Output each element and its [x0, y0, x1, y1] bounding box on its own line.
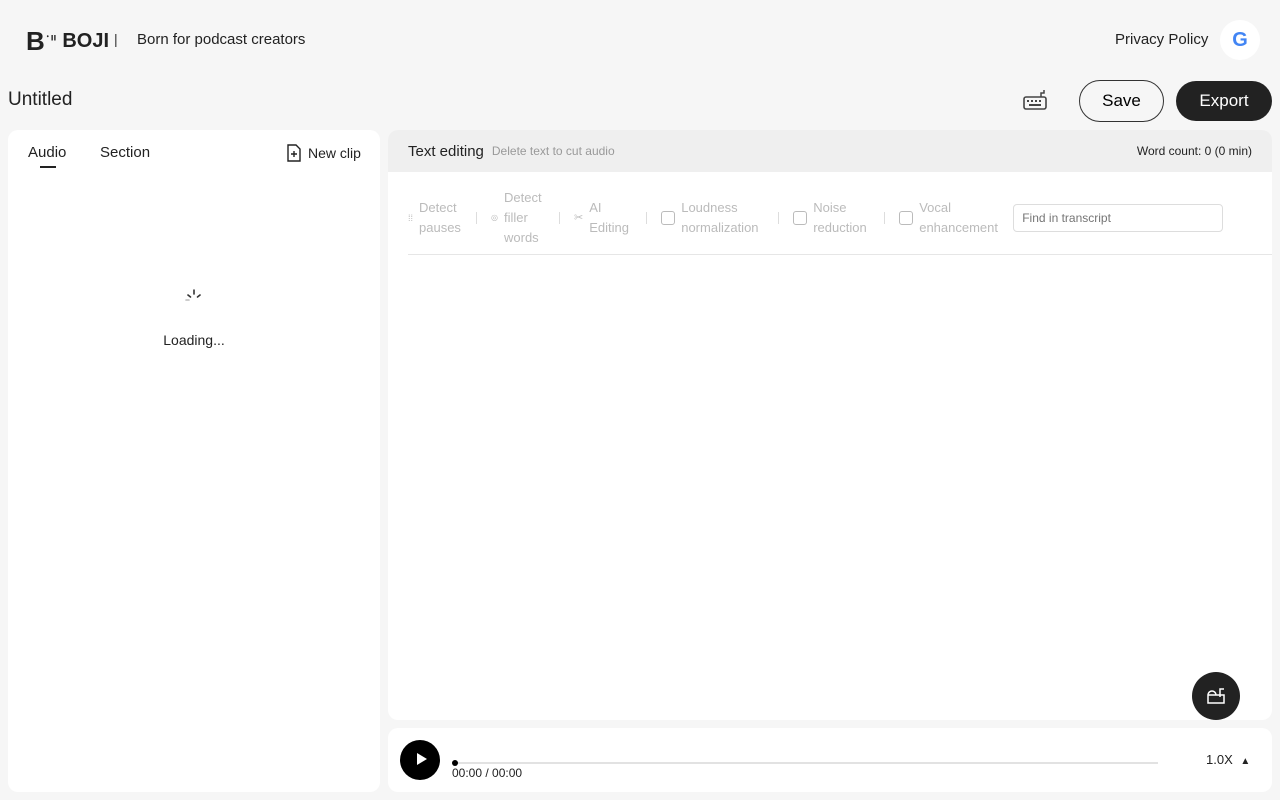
- logo-mark: B᛫ıı: [26, 26, 57, 56]
- mailbox-icon: [1207, 688, 1225, 704]
- tool-label: Detect filler words: [504, 190, 542, 245]
- find-in-transcript-input[interactable]: [1013, 204, 1224, 232]
- checkbox[interactable]: [661, 211, 676, 225]
- tagline: Born for podcast creators: [137, 31, 306, 48]
- noise-reduction-toggle[interactable]: Noise reduction: [793, 198, 886, 238]
- speed-value: 1.0X: [1206, 752, 1233, 767]
- playback-time: 00:00 / 00:00: [452, 766, 523, 780]
- new-clip-button[interactable]: New clip: [286, 144, 361, 162]
- playback-speed-selector[interactable]: 1.0X ▲: [1206, 752, 1250, 767]
- tab-audio[interactable]: Audio: [28, 144, 66, 168]
- export-button[interactable]: Export: [1176, 81, 1272, 121]
- editor-title: Text editing: [408, 142, 484, 160]
- loading-text: Loading...: [163, 332, 225, 348]
- checkbox[interactable]: [793, 211, 808, 225]
- google-account-button[interactable]: G: [1220, 20, 1260, 60]
- loudness-normalization-toggle[interactable]: Loudness normalization: [661, 198, 780, 238]
- tool-label: Detect pauses: [419, 200, 461, 235]
- boji-logo[interactable]: B᛫ıı BOJI: [26, 26, 109, 57]
- document-title[interactable]: Untitled: [8, 89, 72, 111]
- detect-pauses-button[interactable]: ⁞⁞ Detect pauses: [408, 198, 478, 238]
- privacy-policy-link[interactable]: Privacy Policy: [1115, 31, 1208, 48]
- pause-icon: ⁞⁞: [408, 213, 414, 223]
- clips-panel: Audio Section New clip Loading...: [8, 130, 380, 792]
- header-separator: |: [114, 31, 118, 47]
- ai-editing-button[interactable]: ✂ AI Editing: [574, 198, 648, 238]
- caret-up-icon: ▲: [1240, 756, 1251, 767]
- logo-text: BOJI: [62, 30, 110, 52]
- new-clip-label: New clip: [308, 145, 361, 161]
- google-icon: G: [1232, 28, 1248, 51]
- word-count: Word count: 0 (0 min): [1136, 144, 1252, 158]
- play-icon: [416, 752, 427, 765]
- tool-label: Vocal enhancement: [919, 200, 998, 235]
- keyboard-shortcuts-icon[interactable]: [1023, 89, 1047, 116]
- tool-label: AI Editing: [589, 200, 629, 235]
- editing-tools: ⁞⁞ Detect pauses ◎ Detect filler words ✂ AI…: [408, 182, 1272, 255]
- tool-label: Noise reduction: [813, 200, 867, 235]
- feedback-mailbox-button[interactable]: [1192, 672, 1240, 720]
- progress-track[interactable]: [454, 762, 1158, 764]
- save-button[interactable]: Save: [1079, 80, 1164, 122]
- tab-section[interactable]: Section: [100, 144, 150, 161]
- play-button[interactable]: [400, 740, 440, 780]
- loading-spinner-icon: [185, 289, 201, 301]
- filler-icon: ◎: [491, 213, 498, 222]
- audio-player: 00:00 / 00:00 1.0X ▲: [388, 728, 1272, 792]
- text-editor-panel: Text editing Delete text to cut audio Wo…: [388, 130, 1272, 720]
- new-file-icon: [287, 144, 301, 162]
- vocal-enhancement-toggle[interactable]: Vocal enhancement: [899, 198, 1013, 238]
- checkbox[interactable]: [899, 211, 914, 225]
- detect-filler-words-button[interactable]: ◎ Detect filler words: [491, 188, 560, 248]
- scissors-icon: ✂: [574, 212, 584, 224]
- editor-subtitle: Delete text to cut audio: [491, 144, 615, 158]
- tool-label: Loudness normalization: [681, 200, 759, 235]
